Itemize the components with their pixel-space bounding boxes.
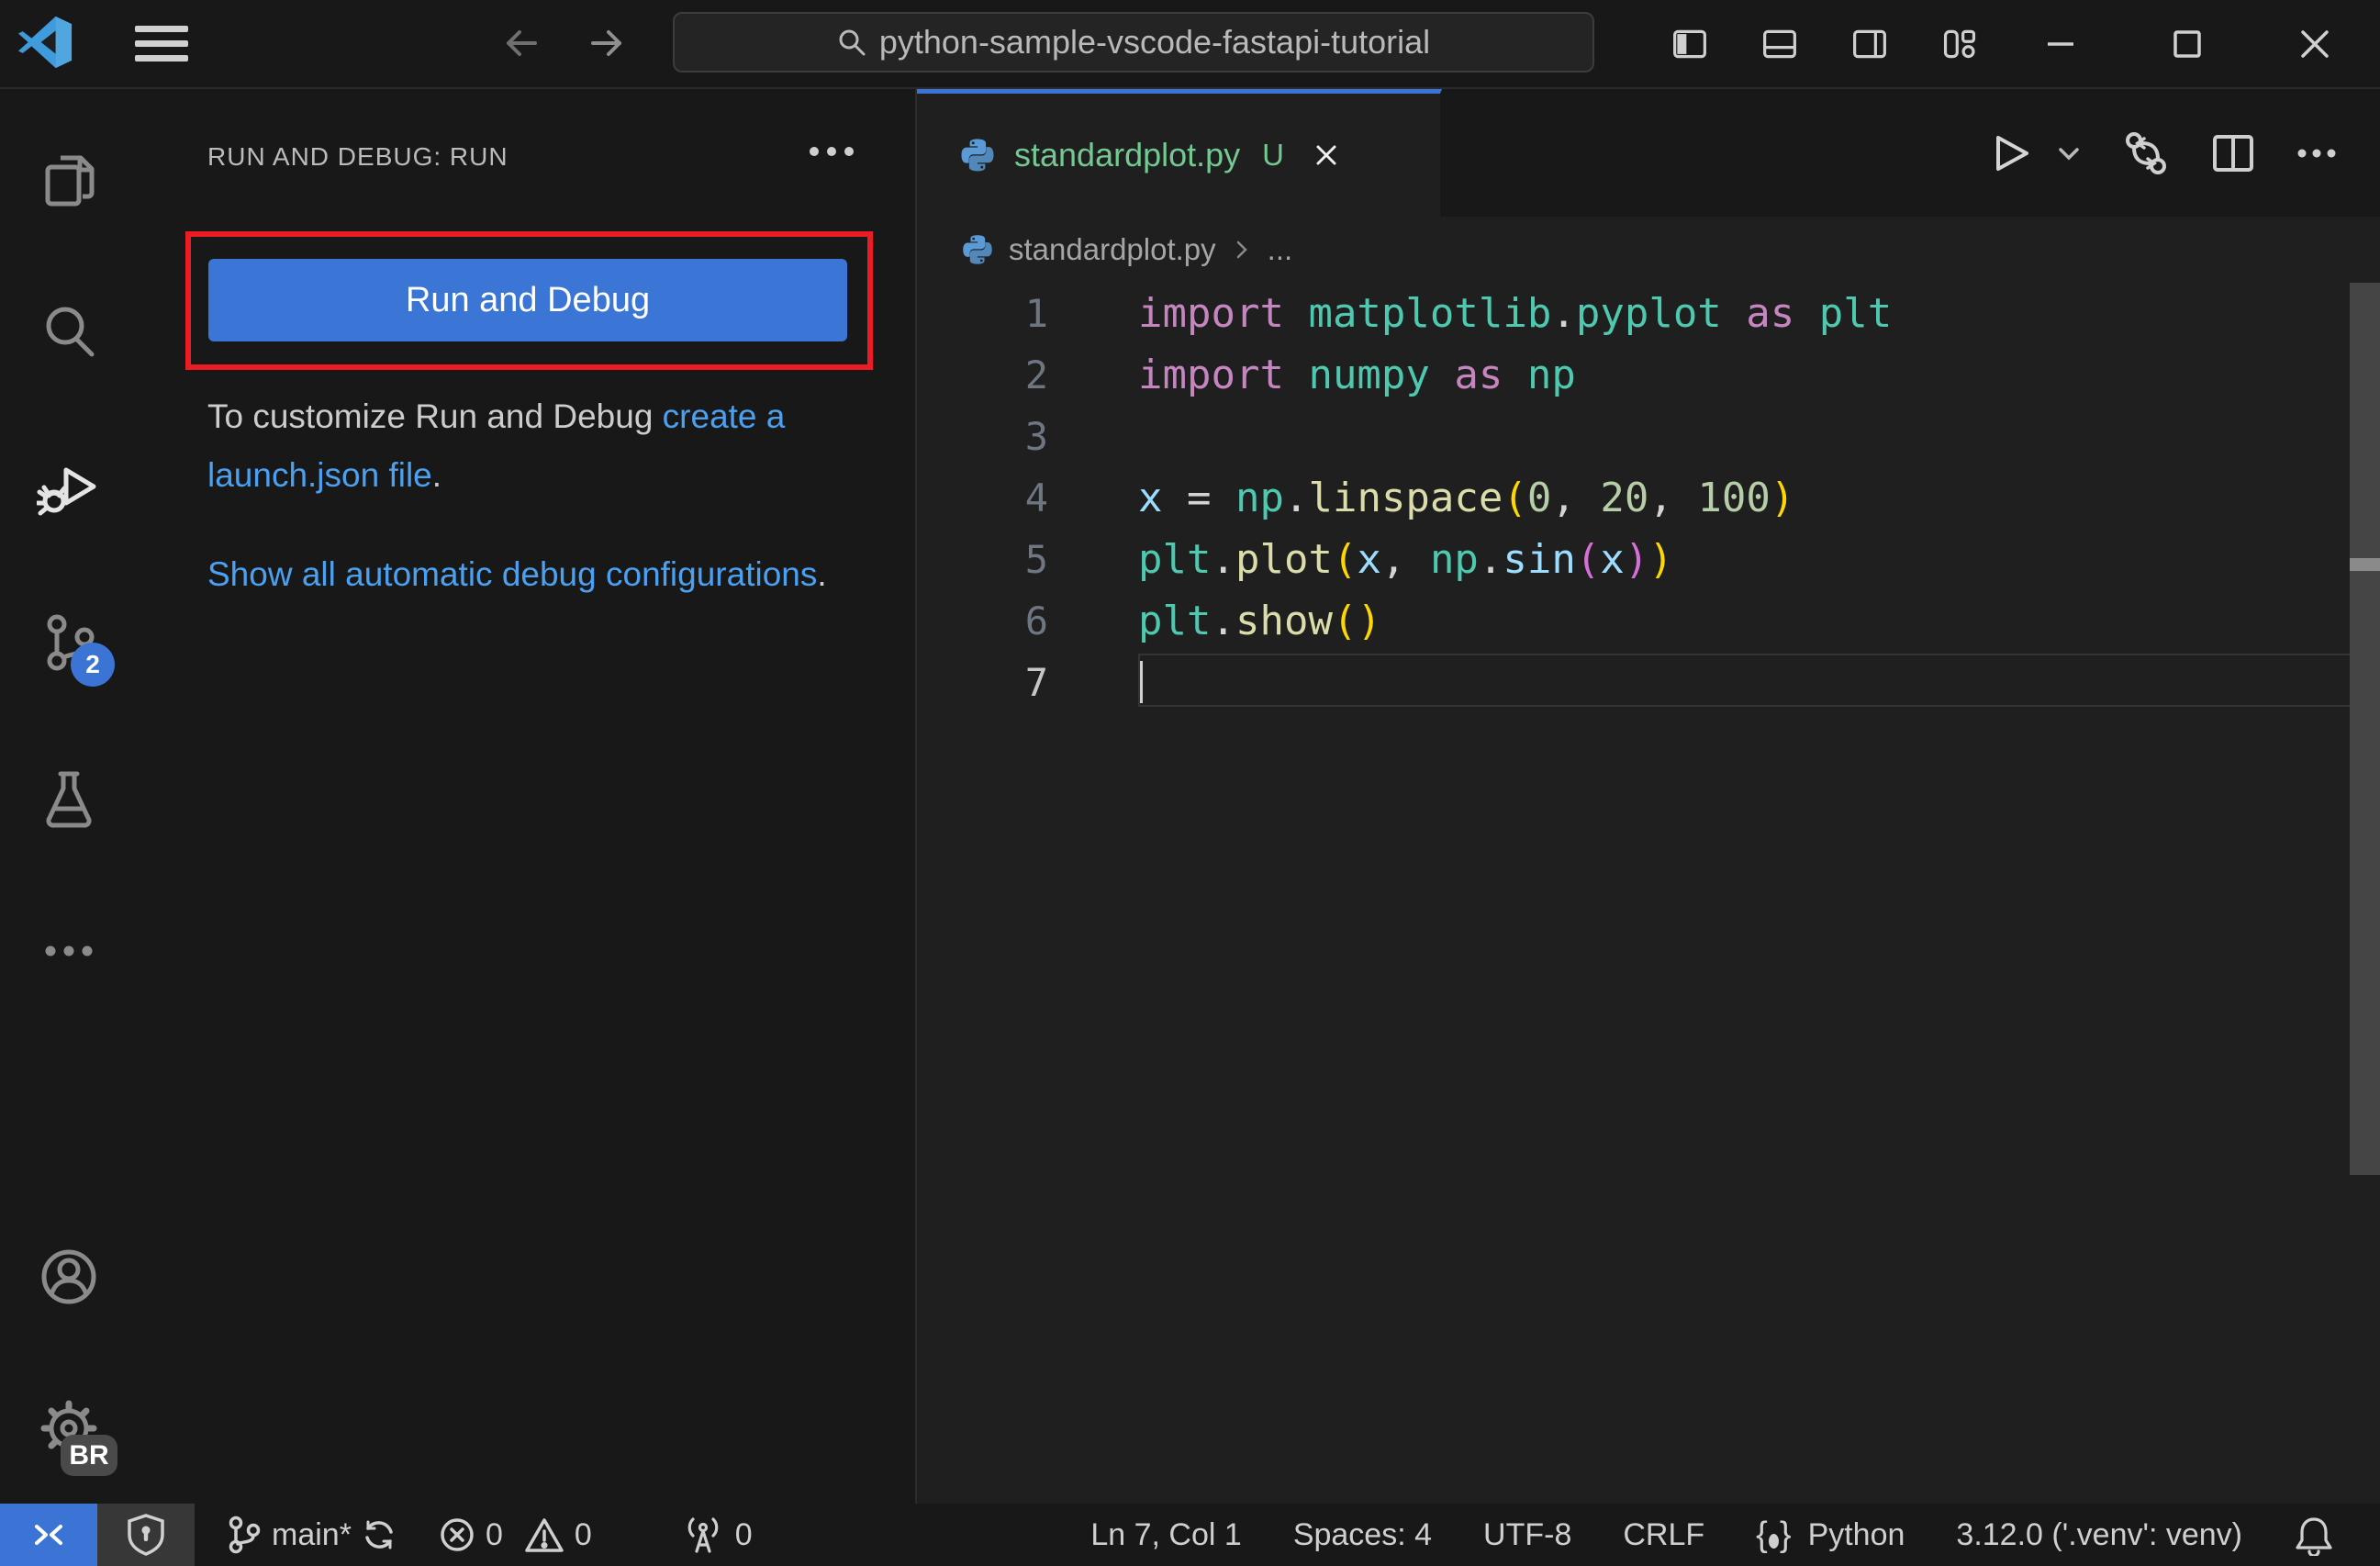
activity-bar: 2 BR xyxy=(0,89,138,1504)
python-file-icon xyxy=(959,137,996,173)
language-mode-item[interactable]: {} Python xyxy=(1756,1517,1905,1553)
code-text: import matplotlib.pyplot as plt xyxy=(1138,290,1893,337)
status-bar: main* 0 0 0 Ln 7, Col 1 Spaces: 4 UTF-8 … xyxy=(0,1504,2380,1566)
code-text: import numpy as np xyxy=(1138,352,1576,398)
line-number: 2 xyxy=(1024,352,1048,397)
close-button[interactable] xyxy=(2297,27,2332,62)
toggle-secondary-sidebar-icon[interactable] xyxy=(1851,26,1888,62)
tab-close-icon[interactable] xyxy=(1312,140,1341,170)
line-number: 5 xyxy=(1024,537,1048,582)
settings-profile-badge: BR xyxy=(61,1435,117,1476)
vscode-window: python-sample-vscode-fastapi-tutorial 2 … xyxy=(0,0,2380,1566)
show-auto-configs-link[interactable]: Show all automatic debug configurations xyxy=(207,555,817,593)
toggle-panel-icon[interactable] xyxy=(1761,26,1798,62)
hint-text: To customize Run and Debug xyxy=(207,397,663,435)
language-label: Python xyxy=(1807,1516,1905,1552)
text-cursor xyxy=(1140,661,1143,703)
code-text: x = np.linspace(0, 20, 100) xyxy=(1138,475,1795,521)
search-text: python-sample-vscode-fastapi-tutorial xyxy=(878,23,1431,61)
code-line[interactable]: 3 xyxy=(917,406,2380,467)
line-number: 4 xyxy=(1024,475,1048,520)
problems-item[interactable]: 0 0 xyxy=(438,1516,592,1554)
warnings-icon xyxy=(525,1518,564,1552)
git-branch-item[interactable]: main* xyxy=(226,1515,397,1555)
views-more-actions-icon[interactable] xyxy=(807,144,856,159)
toggle-primary-sidebar-icon[interactable] xyxy=(1671,26,1708,62)
open-changes-icon[interactable] xyxy=(2121,129,2171,178)
code-editor[interactable]: 1 import matplotlib.pyplot as plt 2 import … xyxy=(917,283,2380,1504)
explorer-icon[interactable] xyxy=(37,147,101,211)
search-view-icon[interactable] xyxy=(37,299,101,364)
cursor-position-item[interactable]: Ln 7, Col 1 xyxy=(1090,1517,1241,1553)
code-text: plt.show() xyxy=(1138,598,1381,644)
code-line[interactable]: 5 plt.plot(x, np.sin(x)) xyxy=(917,529,2380,590)
customize-hint: To customize Run and Debug create a laun… xyxy=(207,387,859,505)
editor-scrollbar[interactable] xyxy=(2350,283,2380,1175)
current-line-highlight xyxy=(1138,654,2352,707)
chevron-right-icon xyxy=(1231,239,1253,261)
run-and-debug-button[interactable]: Run and Debug xyxy=(208,259,847,341)
tab-label: standardplot.py xyxy=(1014,136,1241,173)
ports-count: 0 xyxy=(734,1516,753,1552)
radio-tower-icon xyxy=(687,1517,719,1553)
split-editor-icon[interactable] xyxy=(2209,129,2257,177)
auto-configs-hint: Show all automatic debug configurations. xyxy=(207,545,859,604)
tab-git-status-badge: U xyxy=(1262,138,1285,172)
remote-indicator[interactable] xyxy=(0,1504,97,1566)
code-text: plt.plot(x, np.sin(x)) xyxy=(1138,536,1673,583)
encoding-item[interactable]: UTF-8 xyxy=(1483,1517,1571,1553)
ports-item[interactable]: 0 xyxy=(680,1515,753,1555)
error-count: 0 xyxy=(485,1516,503,1552)
sync-icon xyxy=(365,1520,393,1549)
minimize-button[interactable] xyxy=(2044,28,2077,61)
tab-standardplot[interactable]: standardplot.py U xyxy=(917,89,1442,217)
run-and-debug-icon[interactable] xyxy=(37,455,101,520)
breadcrumb-file[interactable]: standardplot.py xyxy=(1009,232,1216,267)
braces-icon: {} xyxy=(1756,1516,1792,1554)
editor-group: standardplot.py U standardplot.py ... 1 … xyxy=(917,89,2380,1504)
code-line[interactable]: 2 import numpy as np xyxy=(917,344,2380,406)
eol-item[interactable]: CRLF xyxy=(1623,1517,1704,1553)
command-center-search[interactable]: python-sample-vscode-fastapi-tutorial xyxy=(673,12,1594,73)
additional-views-icon[interactable] xyxy=(37,919,101,983)
line-number: 3 xyxy=(1024,414,1048,459)
title-bar: python-sample-vscode-fastapi-tutorial xyxy=(0,0,2380,89)
breadcrumb[interactable]: standardplot.py ... xyxy=(917,217,2380,283)
forward-arrow-icon[interactable] xyxy=(586,22,628,64)
indentation-item[interactable]: Spaces: 4 xyxy=(1293,1517,1432,1553)
workspace-trust-shield-icon[interactable] xyxy=(97,1504,195,1566)
customize-layout-icon[interactable] xyxy=(1941,26,1978,62)
run-python-file-icon[interactable] xyxy=(1989,131,2033,175)
auto-suffix: . xyxy=(817,555,827,593)
sidebar-title: RUN AND DEBUG: RUN xyxy=(207,142,508,171)
line-number: 1 xyxy=(1024,291,1048,336)
code-line[interactable]: 4 x = np.linspace(0, 20, 100) xyxy=(917,467,2380,529)
warning-count: 0 xyxy=(574,1516,592,1552)
tab-strip: standardplot.py U xyxy=(917,89,2380,217)
code-line[interactable]: 1 import matplotlib.pyplot as plt xyxy=(917,283,2380,344)
branch-name: main* xyxy=(272,1516,352,1552)
menu-hamburger-icon[interactable] xyxy=(135,26,188,62)
line-number: 6 xyxy=(1024,598,1048,643)
errors-icon xyxy=(441,1518,474,1551)
hint-suffix: . xyxy=(431,456,442,494)
notifications-bell-icon[interactable] xyxy=(2294,1514,2334,1556)
breadcrumb-symbol[interactable]: ... xyxy=(1268,232,1293,267)
python-file-icon xyxy=(961,233,994,266)
search-icon xyxy=(837,28,866,57)
source-control-badge: 2 xyxy=(71,643,115,687)
account-icon[interactable] xyxy=(37,1245,101,1309)
run-debug-sidebar: RUN AND DEBUG: RUN Run and Debug To cust… xyxy=(138,89,917,1504)
back-arrow-icon[interactable] xyxy=(500,22,542,64)
code-line[interactable]: 7 xyxy=(917,652,2380,713)
code-line[interactable]: 6 plt.show() xyxy=(917,590,2380,652)
editor-more-actions-icon[interactable] xyxy=(2296,147,2338,160)
run-dropdown-chevron-icon[interactable] xyxy=(2055,140,2083,167)
vscode-logo-icon xyxy=(17,14,73,71)
overview-ruler-marker xyxy=(2350,558,2380,571)
maximize-button[interactable] xyxy=(2171,28,2204,61)
line-number: 7 xyxy=(1024,660,1048,705)
testing-icon[interactable] xyxy=(37,766,101,831)
python-interpreter-item[interactable]: 3.12.0 ('.venv': venv) xyxy=(1956,1517,2242,1553)
